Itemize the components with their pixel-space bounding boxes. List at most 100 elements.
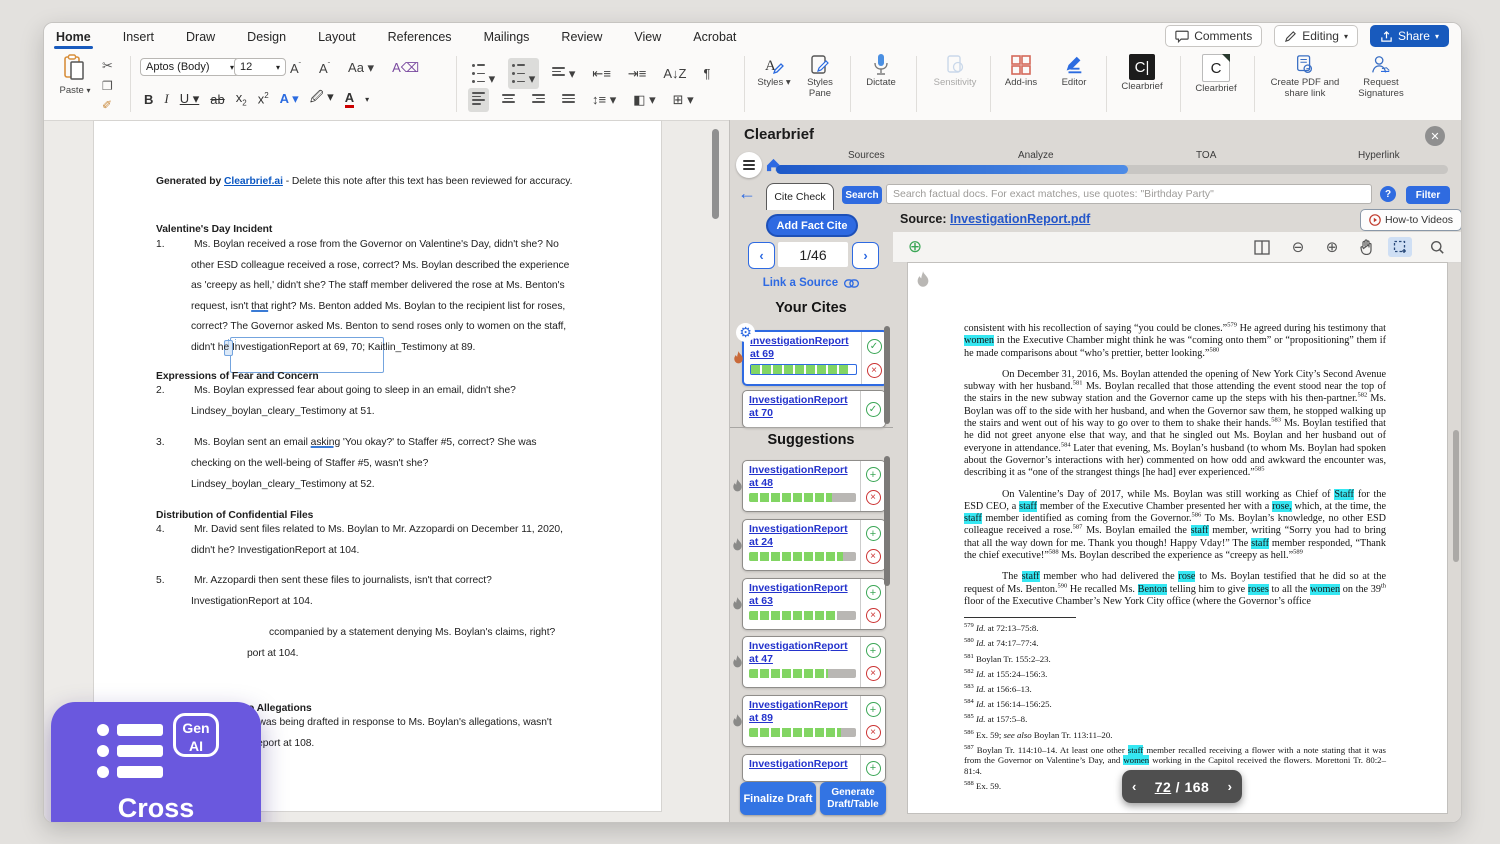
your-cites-scrollbar[interactable]: [884, 326, 890, 424]
suggestion-card-investigationreport-63[interactable]: InvestigationReport at 63 + ×: [742, 578, 886, 630]
search-button[interactable]: Search: [842, 186, 882, 204]
comments-button[interactable]: Comments: [1165, 25, 1262, 47]
styles-pane-button[interactable]: Styles Pane: [796, 54, 844, 100]
nav-step-hyperlink[interactable]: Hyperlink: [1358, 150, 1400, 161]
increase-indent-icon[interactable]: ⇥≡: [624, 64, 650, 84]
tab-home[interactable]: Home: [54, 26, 93, 48]
share-button[interactable]: Share▾: [1370, 25, 1449, 47]
add-cite-icon[interactable]: +: [866, 643, 881, 658]
font-color-icon[interactable]: A: [345, 90, 354, 108]
link-a-source-button[interactable]: Link a Source: [730, 277, 892, 289]
document-scrollbar[interactable]: [712, 129, 719, 219]
dismiss-cite-icon[interactable]: ×: [866, 608, 881, 623]
align-center-icon[interactable]: [498, 90, 519, 110]
gear-icon[interactable]: ⚙: [736, 323, 755, 342]
text-effects-icon[interactable]: A ▾: [280, 91, 299, 107]
tab-mailings[interactable]: Mailings: [482, 26, 532, 48]
cite-link[interactable]: InvestigationReport: [749, 758, 856, 771]
pdf-page[interactable]: consistent with his recollection of sayi…: [907, 262, 1448, 814]
suggestion-card-investigationreport-24[interactable]: InvestigationReport at 24 + ×: [742, 519, 886, 571]
tab-references[interactable]: References: [386, 26, 454, 48]
accept-cite-icon[interactable]: ✓: [866, 402, 881, 417]
tab-insert[interactable]: Insert: [121, 26, 156, 48]
suggestion-card-partial[interactable]: InvestigationReport +: [742, 754, 886, 782]
grow-font-icon[interactable]: Aˆ: [286, 59, 305, 78]
add-cite-icon[interactable]: +: [866, 526, 881, 541]
font-name-select[interactable]: Aptos (Body)▾: [140, 58, 240, 76]
hand-tool-icon[interactable]: [1354, 237, 1378, 257]
bold-icon[interactable]: B: [144, 92, 153, 107]
highlight-color-icon[interactable]: 🖉 ▾: [310, 88, 334, 110]
tab-layout[interactable]: Layout: [316, 26, 358, 48]
tab-view[interactable]: View: [632, 26, 663, 48]
add-ins-button[interactable]: Add-ins: [996, 54, 1046, 89]
suggestions-scrollbar[interactable]: [884, 456, 890, 586]
cite-check-tab[interactable]: Cite Check: [766, 183, 834, 210]
cite-link[interactable]: InvestigationReport at 69: [750, 335, 857, 361]
numbered-list-icon[interactable]: ▾: [508, 58, 539, 89]
copy-icon[interactable]: ❐: [102, 79, 113, 93]
back-arrow-icon[interactable]: ←: [738, 183, 756, 204]
marquee-select-icon[interactable]: [1388, 237, 1412, 257]
clear-formatting-icon[interactable]: A⌫: [388, 58, 423, 78]
cite-page-field[interactable]: 1/46: [778, 242, 848, 267]
underline-icon[interactable]: U ▾: [180, 91, 200, 107]
zoom-in-icon[interactable]: ⊕: [1320, 237, 1344, 257]
add-fact-cite-button[interactable]: Add Fact Cite: [766, 214, 858, 237]
align-left-icon[interactable]: [468, 88, 489, 112]
sort-icon[interactable]: A↓Z: [659, 64, 690, 83]
font-size-select[interactable]: 12▾: [234, 58, 286, 76]
add-annotation-icon[interactable]: ⊕: [903, 237, 927, 257]
current-page-field[interactable]: 72: [1155, 779, 1172, 795]
create-pdf-button[interactable]: Create PDF and share link: [1266, 54, 1344, 100]
decrease-indent-icon[interactable]: ⇤≡: [588, 64, 614, 84]
source-file-link[interactable]: InvestigationReport.pdf: [950, 212, 1090, 226]
add-cite-icon[interactable]: +: [866, 761, 881, 776]
add-cite-icon[interactable]: +: [866, 702, 881, 717]
shading-icon[interactable]: ◧ ▾: [629, 90, 659, 110]
cite-link[interactable]: InvestigationReport at 47: [749, 640, 856, 666]
bullet-list-icon[interactable]: ▾: [468, 58, 499, 89]
justify-icon[interactable]: [558, 90, 579, 110]
suggestion-card-investigationreport-89[interactable]: InvestigationReport at 89 + ×: [742, 695, 886, 747]
tab-acrobat[interactable]: Acrobat: [691, 26, 738, 48]
prev-page-icon[interactable]: ‹: [1132, 779, 1136, 794]
clearbrief-ribbon-button-2[interactable]: C Clearbrief: [1188, 54, 1244, 95]
align-right-icon[interactable]: [528, 90, 549, 110]
help-icon[interactable]: ?: [1380, 186, 1396, 202]
cite-link[interactable]: InvestigationReport at 48: [749, 464, 856, 490]
cut-icon[interactable]: ✂: [102, 58, 113, 74]
editor-button[interactable]: Editor: [1052, 54, 1096, 89]
finalize-draft-button[interactable]: Finalize Draft: [740, 782, 816, 815]
dismiss-cite-icon[interactable]: ×: [866, 549, 881, 564]
tab-draw[interactable]: Draw: [184, 26, 217, 48]
tab-design[interactable]: Design: [245, 26, 288, 48]
cite-link[interactable]: InvestigationReport at 24: [749, 523, 856, 549]
cite-card-investigationreport-70[interactable]: InvestigationReport at 70 ✓: [742, 390, 886, 428]
pdf-scrollbar[interactable]: [1453, 430, 1459, 562]
editing-mode-button[interactable]: Editing▾: [1274, 25, 1358, 47]
generate-draft-table-button[interactable]: Generate Draft/Table: [820, 782, 886, 815]
cite-card-investigationreport-69[interactable]: ⚙ InvestigationReport at 69 ✓ ×: [742, 330, 888, 386]
suggestion-card-investigationreport-48[interactable]: InvestigationReport at 48 + ×: [742, 460, 886, 512]
page-layout-icon[interactable]: [1250, 237, 1274, 257]
cite-link[interactable]: InvestigationReport at 63: [749, 582, 856, 608]
superscript-icon[interactable]: x2: [258, 91, 269, 106]
pdf-search-icon[interactable]: [1425, 237, 1449, 257]
clearbrief-ribbon-button[interactable]: C| Clearbrief: [1114, 54, 1170, 93]
format-painter-icon[interactable]: ✐: [102, 98, 113, 112]
cite-link[interactable]: InvestigationReport at 70: [749, 394, 856, 420]
change-case-icon[interactable]: Aa ▾: [344, 58, 378, 78]
add-cite-icon[interactable]: +: [866, 585, 881, 600]
accept-cite-icon[interactable]: ✓: [867, 339, 882, 354]
italic-icon[interactable]: I: [164, 91, 168, 107]
request-signatures-button[interactable]: Request Signatures: [1346, 54, 1416, 100]
line-spacing-icon[interactable]: ↕≡ ▾: [588, 90, 620, 110]
styles-button[interactable]: A Styles ▾: [752, 54, 796, 89]
tab-review[interactable]: Review: [559, 26, 604, 48]
next-cite-button[interactable]: ›: [852, 242, 879, 269]
cite-link[interactable]: InvestigationReport at 89: [749, 699, 856, 725]
add-cite-icon[interactable]: +: [866, 467, 881, 482]
multilevel-list-icon[interactable]: ▾: [548, 63, 579, 84]
suggestion-card-investigationreport-47[interactable]: InvestigationReport at 47 + ×: [742, 636, 886, 688]
